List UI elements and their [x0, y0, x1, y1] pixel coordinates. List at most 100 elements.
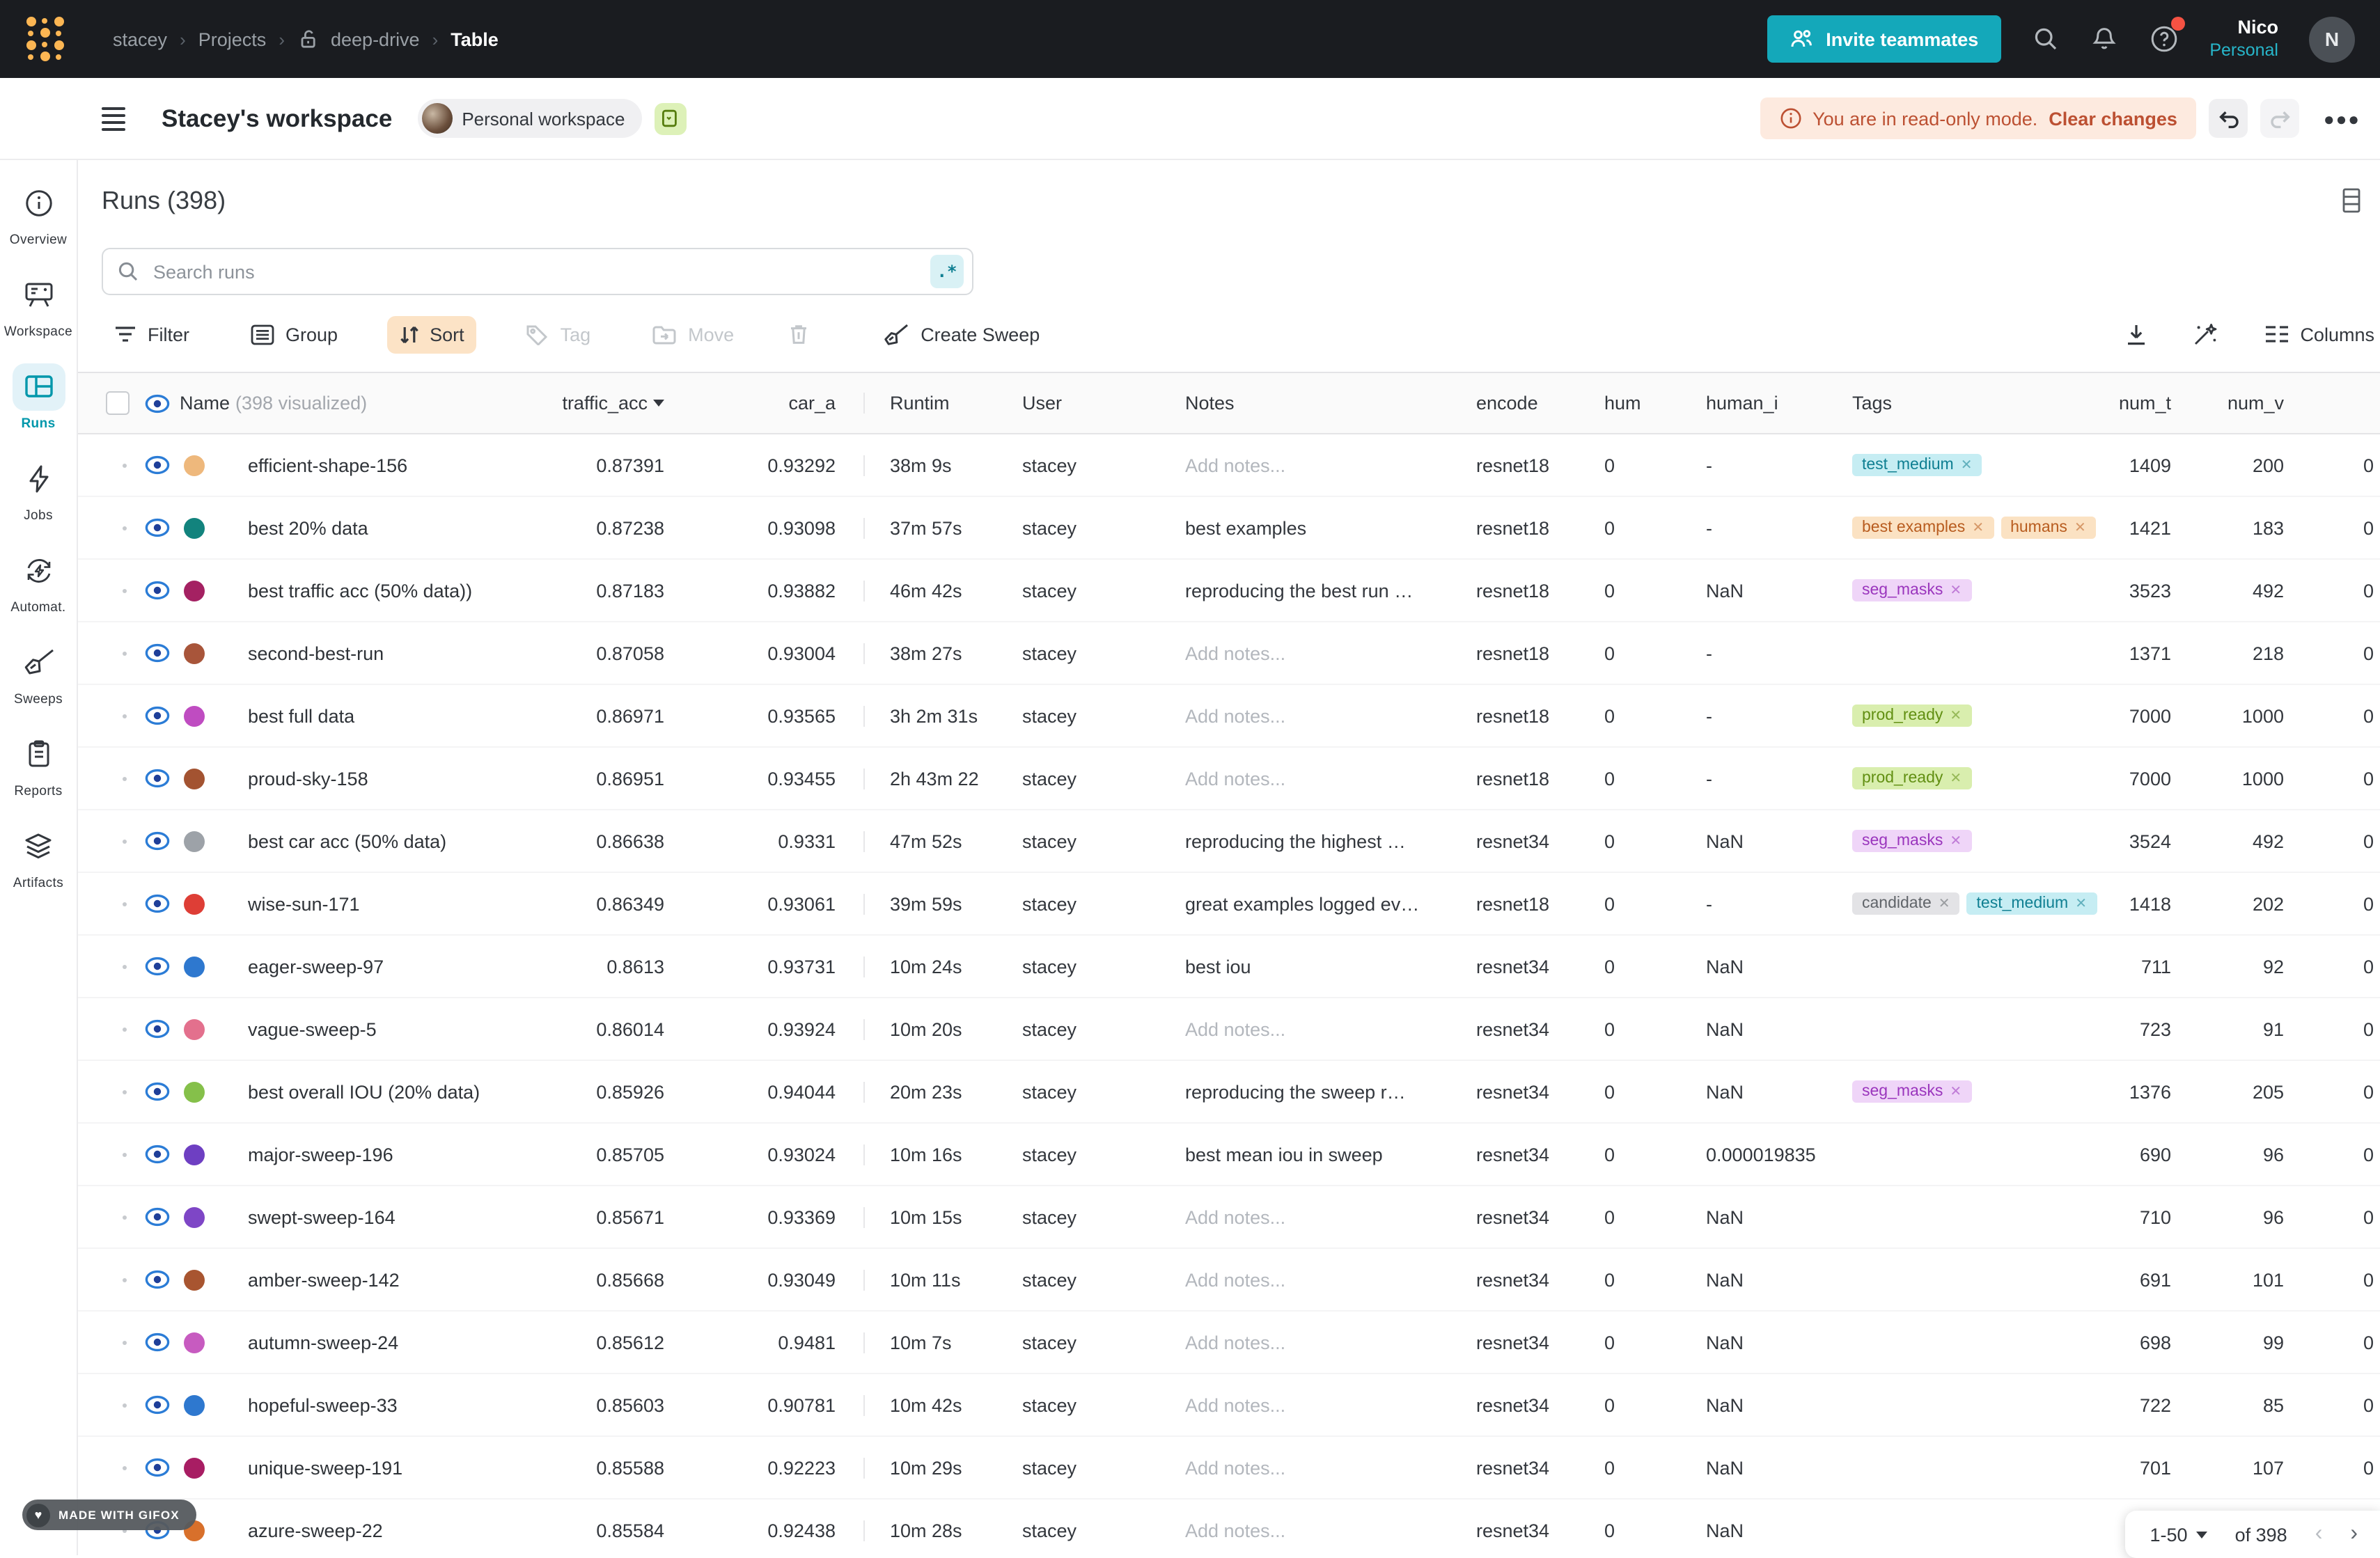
table-row[interactable]: best car acc (50% data) 0.86638 0.9331 4… — [78, 810, 2380, 873]
sidebar-item-overview[interactable]: Overview — [0, 167, 77, 259]
filter-button[interactable]: Filter — [102, 315, 202, 353]
remove-tag-icon[interactable]: ✕ — [1972, 520, 1984, 535]
column-header-traffic-acc[interactable]: traffic_acc — [512, 393, 668, 414]
visibility-eye-icon[interactable] — [139, 581, 175, 600]
tag-pill[interactable]: test_medium✕ — [1967, 892, 2097, 915]
sidebar-item-sweeps[interactable]: Sweeps — [0, 627, 77, 718]
table-row[interactable]: unique-sweep-191 0.85588 0.92223 10m 29s… — [78, 1437, 2380, 1500]
notes-cell[interactable]: Add notes... — [1185, 1457, 1459, 1478]
column-header-user[interactable]: User — [1022, 393, 1185, 414]
visibility-eye-icon[interactable] — [139, 769, 175, 788]
workspace-pill[interactable]: Personal workspace — [417, 99, 641, 138]
notes-cell[interactable]: best iou — [1185, 956, 1459, 977]
run-name[interactable]: wise-sun-171 — [212, 893, 512, 914]
visibility-eye-icon[interactable] — [139, 1395, 175, 1415]
more-options-button[interactable]: ●●● — [2324, 108, 2361, 129]
breadcrumb-entity[interactable]: stacey — [113, 29, 167, 49]
remove-tag-icon[interactable]: ✕ — [2074, 520, 2086, 535]
column-header-hum[interactable]: hum — [1588, 393, 1689, 414]
breadcrumb-projects[interactable]: Projects — [198, 29, 267, 49]
notes-cell[interactable]: Add notes... — [1185, 1520, 1459, 1541]
run-name[interactable]: best full data — [212, 705, 512, 726]
tag-pill[interactable]: seg_masks✕ — [1852, 830, 1971, 852]
sidebar-item-jobs[interactable]: Jobs — [0, 443, 77, 535]
column-header-notes[interactable]: Notes — [1185, 393, 1459, 414]
tag-pill[interactable]: seg_masks✕ — [1852, 579, 1971, 601]
visibility-eye-icon[interactable] — [139, 455, 175, 475]
table-row[interactable]: best traffic acc (50% data)) 0.87183 0.9… — [78, 560, 2380, 622]
notes-cell[interactable]: Add notes... — [1185, 1394, 1459, 1415]
notes-cell[interactable]: best examples — [1185, 517, 1459, 538]
run-name[interactable]: swept-sweep-164 — [212, 1206, 512, 1227]
page-size-dropdown[interactable]: 1-50 — [2150, 1524, 2207, 1545]
sidebar-item-runs[interactable]: Runs — [0, 351, 77, 443]
run-name[interactable]: hopeful-sweep-33 — [212, 1394, 512, 1415]
undo-button[interactable] — [2209, 99, 2248, 138]
avatar[interactable]: N — [2309, 16, 2355, 62]
drag-handle-dot[interactable] — [123, 588, 127, 592]
notes-cell[interactable]: reproducing the best run … — [1185, 580, 1459, 601]
breadcrumb-project[interactable]: deep-drive — [331, 29, 420, 49]
remove-tag-icon[interactable]: ✕ — [2075, 896, 2087, 911]
sidebar-item-automat[interactable]: Automat. — [0, 535, 77, 627]
previous-page-button[interactable]: ‹ — [2315, 1522, 2323, 1547]
remove-tag-icon[interactable]: ✕ — [1950, 1084, 1962, 1099]
notes-cell[interactable]: Add notes... — [1185, 1332, 1459, 1353]
run-name[interactable]: efficient-shape-156 — [212, 455, 512, 475]
drag-handle-dot[interactable] — [123, 1152, 127, 1156]
drag-handle-dot[interactable] — [123, 839, 127, 843]
breadcrumb-page[interactable]: Table — [451, 29, 499, 49]
visibility-eye-icon[interactable] — [139, 1019, 175, 1039]
table-row[interactable]: best overall IOU (20% data) 0.85926 0.94… — [78, 1061, 2380, 1124]
visibility-eye-icon[interactable] — [139, 1207, 175, 1227]
user-menu[interactable]: Nico Personal — [2209, 17, 2278, 62]
remove-tag-icon[interactable]: ✕ — [1950, 833, 1962, 849]
table-row[interactable]: efficient-shape-156 0.87391 0.93292 38m … — [78, 434, 2380, 497]
drag-handle-dot[interactable] — [123, 1215, 127, 1219]
table-row[interactable]: best full data 0.86971 0.93565 3h 2m 31s… — [78, 685, 2380, 748]
drag-handle-dot[interactable] — [123, 902, 127, 906]
drag-handle-dot[interactable] — [123, 651, 127, 655]
column-header-tags[interactable]: Tags — [1852, 393, 2097, 414]
create-report-icon[interactable] — [654, 102, 686, 134]
remove-tag-icon[interactable]: ✕ — [1950, 708, 1962, 723]
run-name[interactable]: autumn-sweep-24 — [212, 1332, 512, 1353]
tag-pill[interactable]: best examples✕ — [1852, 517, 1994, 539]
sidebar-item-artifacts[interactable]: Artifacts — [0, 810, 77, 902]
visibility-eye-icon[interactable] — [139, 643, 175, 663]
tag-pill[interactable]: humans✕ — [2001, 517, 2096, 539]
hamburger-menu-icon[interactable] — [102, 107, 125, 130]
tag-pill[interactable]: prod_ready✕ — [1852, 767, 1971, 789]
table-row[interactable]: best 20% data 0.87238 0.93098 37m 57s st… — [78, 497, 2380, 560]
notes-cell[interactable]: Add notes... — [1185, 455, 1459, 475]
visibility-eye-icon[interactable] — [139, 1082, 175, 1101]
column-header-name[interactable]: Name (398 visualized) — [175, 393, 512, 414]
table-row[interactable]: autumn-sweep-24 0.85612 0.9481 10m 7s st… — [78, 1312, 2380, 1374]
drag-handle-dot[interactable] — [123, 1277, 127, 1282]
tag-pill[interactable]: test_medium✕ — [1852, 454, 1982, 476]
wandb-logo-icon[interactable] — [24, 15, 65, 63]
export-download-icon[interactable] — [2122, 317, 2150, 352]
table-row[interactable]: swept-sweep-164 0.85671 0.93369 10m 15s … — [78, 1186, 2380, 1249]
drag-handle-dot[interactable] — [123, 1340, 127, 1344]
columns-button[interactable]: Columns — [2261, 318, 2377, 350]
panel-layout-icon[interactable] — [2342, 188, 2361, 213]
table-row[interactable]: azure-sweep-22 0.85584 0.92438 10m 28s s… — [78, 1500, 2380, 1555]
visibility-eye-icon[interactable] — [139, 831, 175, 851]
notes-cell[interactable]: Add notes... — [1185, 643, 1459, 663]
column-header-human-id[interactable]: human_i — [1689, 393, 1852, 414]
table-row[interactable]: vague-sweep-5 0.86014 0.93924 10m 20s st… — [78, 998, 2380, 1061]
drag-handle-dot[interactable] — [123, 1465, 127, 1470]
notes-cell[interactable]: Add notes... — [1185, 768, 1459, 789]
table-row[interactable]: amber-sweep-142 0.85668 0.93049 10m 11s … — [78, 1249, 2380, 1312]
clear-changes-button[interactable]: Clear changes — [2049, 108, 2177, 129]
notes-cell[interactable]: great examples logged ev… — [1185, 893, 1459, 914]
visibility-eye-icon[interactable] — [139, 1332, 175, 1352]
drag-handle-dot[interactable] — [123, 776, 127, 780]
remove-tag-icon[interactable]: ✕ — [1961, 457, 1973, 473]
drag-handle-dot[interactable] — [123, 1089, 127, 1094]
visibility-eye-icon[interactable] — [139, 706, 175, 725]
drag-handle-dot[interactable] — [123, 526, 127, 530]
visibility-eye-icon[interactable] — [139, 894, 175, 913]
run-name[interactable]: unique-sweep-191 — [212, 1457, 512, 1478]
